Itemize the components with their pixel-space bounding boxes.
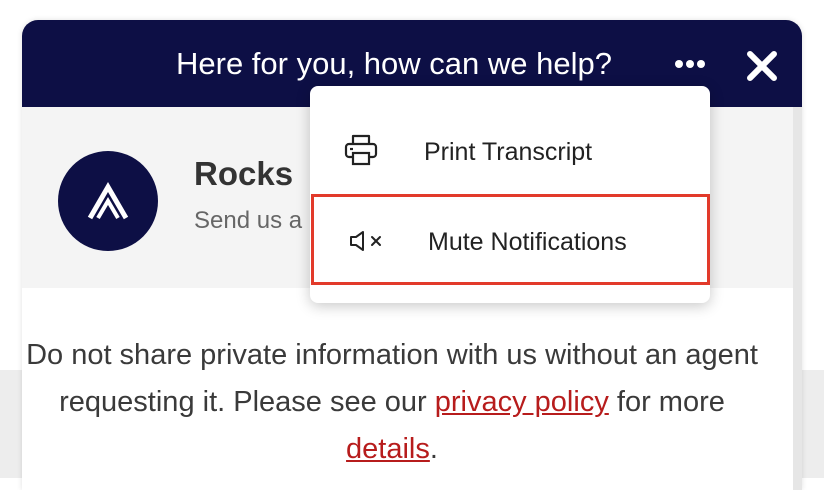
close-icon [747,51,777,81]
menu-item-mute-notifications[interactable]: Mute Notifications [310,194,710,282]
more-options-button[interactable] [670,48,710,80]
brand-logo-icon [87,182,129,220]
privacy-notice: Do not share private information with us… [22,332,762,473]
printer-icon [344,134,378,166]
menu-item-print-transcript[interactable]: Print Transcript [310,86,710,194]
header-title: Here for you, how can we help? [176,46,612,81]
privacy-policy-link[interactable]: privacy policy [435,386,609,418]
notice-text-after: . [429,433,438,465]
more-horizontal-icon [675,60,705,68]
scrollbar[interactable] [793,107,802,490]
speaker-mute-icon [350,231,381,251]
details-link[interactable]: details [346,433,430,465]
close-button[interactable] [744,48,780,84]
agent-subtitle: Send us a [194,207,303,234]
agent-avatar [58,151,158,251]
notice-text-middle: for more [608,386,725,418]
menu-item-label: Mute Notifications [428,228,627,256]
agent-name: Rocks [194,155,294,192]
menu-item-label: Print Transcript [424,138,593,166]
options-dropdown-menu: Print Transcript Mute Notifications [310,86,710,303]
